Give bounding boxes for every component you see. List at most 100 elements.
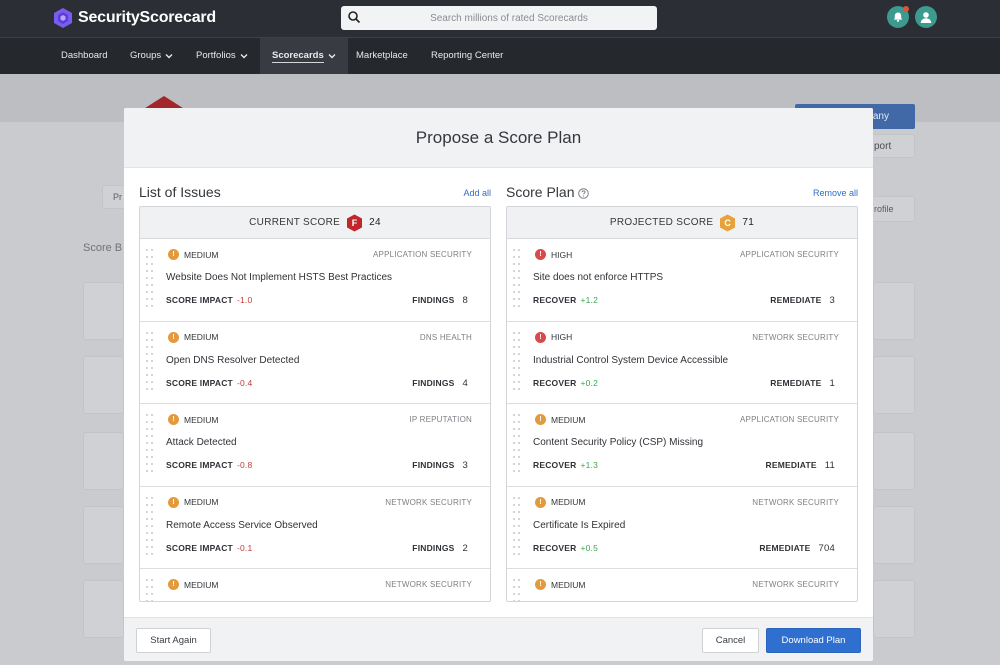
issues-list: CURRENT SCORE F 24 ! MEDIUM APPLICATION SE… bbox=[139, 206, 491, 602]
drag-handle-icon[interactable] bbox=[146, 414, 154, 474]
count-row: REMEDIATE 3 bbox=[770, 295, 835, 306]
issue-row[interactable]: ! MEDIUM APPLICATION SECURITY Website Does … bbox=[140, 239, 490, 322]
nav-portfolios[interactable]: Portfolios bbox=[196, 38, 248, 74]
count-value: 1 bbox=[829, 377, 835, 389]
drag-handle-icon[interactable] bbox=[146, 331, 154, 392]
issue-row[interactable]: ! HIGH NETWORK SECURITY Industrial Control … bbox=[507, 322, 857, 404]
count-label: REMEDIATE bbox=[765, 460, 817, 470]
count-row: FINDINGS 4 bbox=[412, 378, 468, 389]
chevron-down-icon bbox=[328, 54, 336, 59]
impact-label: SCORE IMPACT bbox=[166, 377, 233, 388]
drag-handle-icon[interactable] bbox=[513, 331, 521, 392]
issue-title: Website Does Not Implement HSTS Best Pra… bbox=[166, 272, 393, 283]
issue-row[interactable]: ! MEDIUM APPLICATION SECURITY Content Secur… bbox=[507, 404, 857, 487]
drag-handle-icon[interactable] bbox=[146, 496, 154, 557]
severity-tag: ! MEDIUM bbox=[168, 414, 218, 425]
nav-marketplace[interactable]: Marketplace bbox=[356, 38, 408, 74]
nav-scorecards[interactable]: Scorecards bbox=[260, 38, 348, 74]
count-value: 3 bbox=[829, 295, 835, 306]
app-logo[interactable]: SecurityScorecard bbox=[52, 7, 216, 29]
background-card bbox=[83, 282, 124, 340]
background-card bbox=[873, 356, 915, 414]
high-severity-icon: ! bbox=[535, 249, 546, 260]
chevron-down-icon bbox=[240, 54, 248, 59]
nav-groups[interactable]: Groups bbox=[130, 38, 173, 74]
background-button-text: any bbox=[872, 111, 889, 122]
severity-tag: ! MEDIUM bbox=[168, 496, 218, 508]
impact-value: -0.8 bbox=[236, 460, 253, 470]
drag-handle-icon[interactable] bbox=[513, 414, 521, 474]
nav-label: Marketplace bbox=[356, 50, 408, 61]
help-icon[interactable] bbox=[578, 187, 590, 199]
severity-label: HIGH bbox=[551, 249, 573, 260]
search-bar[interactable] bbox=[341, 6, 657, 30]
impact-row: RECOVER +0.2 bbox=[533, 378, 598, 388]
drag-handle-icon[interactable] bbox=[146, 249, 154, 309]
background-card bbox=[873, 580, 915, 638]
background-tab-text: rofile bbox=[874, 204, 894, 214]
column-header: List of Issues Add all bbox=[139, 184, 491, 204]
start-again-button[interactable]: Start Again bbox=[136, 628, 211, 653]
current-score-label: CURRENT SCORE bbox=[249, 217, 341, 228]
issue-category: NETWORK SECURITY bbox=[752, 332, 839, 342]
impact-label: RECOVER bbox=[533, 542, 577, 553]
issue-title: Open DNS Resolver Detected bbox=[166, 354, 300, 366]
app-name: SecurityScorecard bbox=[78, 9, 217, 26]
grade-f-icon: F bbox=[346, 214, 363, 232]
drag-handle-icon[interactable] bbox=[513, 249, 521, 309]
drag-handle-icon[interactable] bbox=[513, 579, 521, 601]
projected-score-value: 71 bbox=[742, 217, 755, 228]
medium-severity-icon: ! bbox=[168, 331, 179, 343]
top-bar: SecurityScorecard bbox=[0, 0, 1000, 38]
nav-dashboard[interactable]: Dashboard bbox=[61, 38, 107, 74]
drag-handle-icon[interactable] bbox=[146, 579, 154, 601]
medium-severity-icon: ! bbox=[168, 496, 179, 508]
issue-row[interactable]: ! MEDIUM IP REPUTATION Attack Detected SCORE… bbox=[140, 404, 490, 487]
score-plan-modal: Propose a Score Plan List of Issues Add … bbox=[124, 108, 873, 661]
add-all-link[interactable]: Add all bbox=[463, 188, 491, 198]
impact-value: -0.1 bbox=[236, 542, 253, 553]
cancel-button[interactable]: Cancel bbox=[702, 628, 759, 653]
remove-all-link[interactable]: Remove all bbox=[813, 188, 858, 198]
severity-label: MEDIUM bbox=[551, 414, 586, 425]
count-row: FINDINGS 3 bbox=[412, 460, 468, 471]
background-tab-text: Pr bbox=[113, 192, 122, 202]
severity-label: MEDIUM bbox=[184, 332, 219, 342]
severity-label: MEDIUM bbox=[184, 414, 219, 425]
user-avatar-button[interactable] bbox=[915, 6, 937, 28]
issue-row[interactable]: ! MEDIUM NETWORK SECURITY Certificate Is Ex… bbox=[507, 487, 857, 569]
issue-category: DNS HEALTH bbox=[419, 332, 472, 342]
issue-row[interactable]: ! MEDIUM NETWORK SECURITY bbox=[507, 569, 857, 601]
issue-row[interactable]: ! MEDIUM NETWORK SECURITY Remote Access Ser… bbox=[140, 487, 490, 569]
nav-reporting-center[interactable]: Reporting Center bbox=[431, 38, 503, 74]
severity-label: HIGH bbox=[551, 332, 573, 342]
background-card bbox=[873, 282, 915, 340]
search-icon bbox=[348, 11, 361, 24]
impact-row: RECOVER +1.2 bbox=[533, 295, 598, 305]
medium-severity-icon: ! bbox=[168, 579, 179, 590]
current-score-value: 24 bbox=[369, 217, 381, 228]
issue-row[interactable]: ! MEDIUM DNS HEALTH Open DNS Resolver Detec… bbox=[140, 322, 490, 404]
severity-tag: ! MEDIUM bbox=[168, 579, 218, 590]
severity-tag: ! MEDIUM bbox=[535, 579, 585, 590]
notifications-button[interactable] bbox=[887, 6, 909, 28]
score-plan-list: PROJECTED SCORE C 71 ! HIGH APPLICATION SE… bbox=[506, 206, 858, 602]
background-card bbox=[83, 356, 124, 414]
issue-row[interactable]: ! HIGH APPLICATION SECURITY Site does not e… bbox=[507, 239, 857, 322]
background-card bbox=[83, 432, 124, 490]
issue-row[interactable]: ! MEDIUM NETWORK SECURITY bbox=[140, 569, 490, 601]
drag-handle-icon[interactable] bbox=[513, 496, 521, 557]
modal-header: Propose a Score Plan bbox=[124, 108, 873, 168]
issue-title: Industrial Control System Device Accessi… bbox=[533, 354, 729, 366]
impact-value: +0.5 bbox=[580, 542, 599, 553]
search-input[interactable] bbox=[341, 6, 657, 30]
download-plan-button[interactable]: Download Plan bbox=[766, 628, 861, 653]
issues-column: List of Issues Add all CURRENT SCORE F 2… bbox=[139, 184, 491, 602]
issue-category: NETWORK SECURITY bbox=[752, 497, 839, 507]
count-row: REMEDIATE 1 bbox=[770, 378, 835, 389]
count-label: FINDINGS bbox=[412, 295, 455, 305]
impact-value: +0.2 bbox=[580, 377, 599, 388]
count-row: FINDINGS 2 bbox=[412, 543, 468, 554]
medium-severity-icon: ! bbox=[168, 249, 179, 260]
issue-category: APPLICATION SECURITY bbox=[373, 250, 472, 259]
